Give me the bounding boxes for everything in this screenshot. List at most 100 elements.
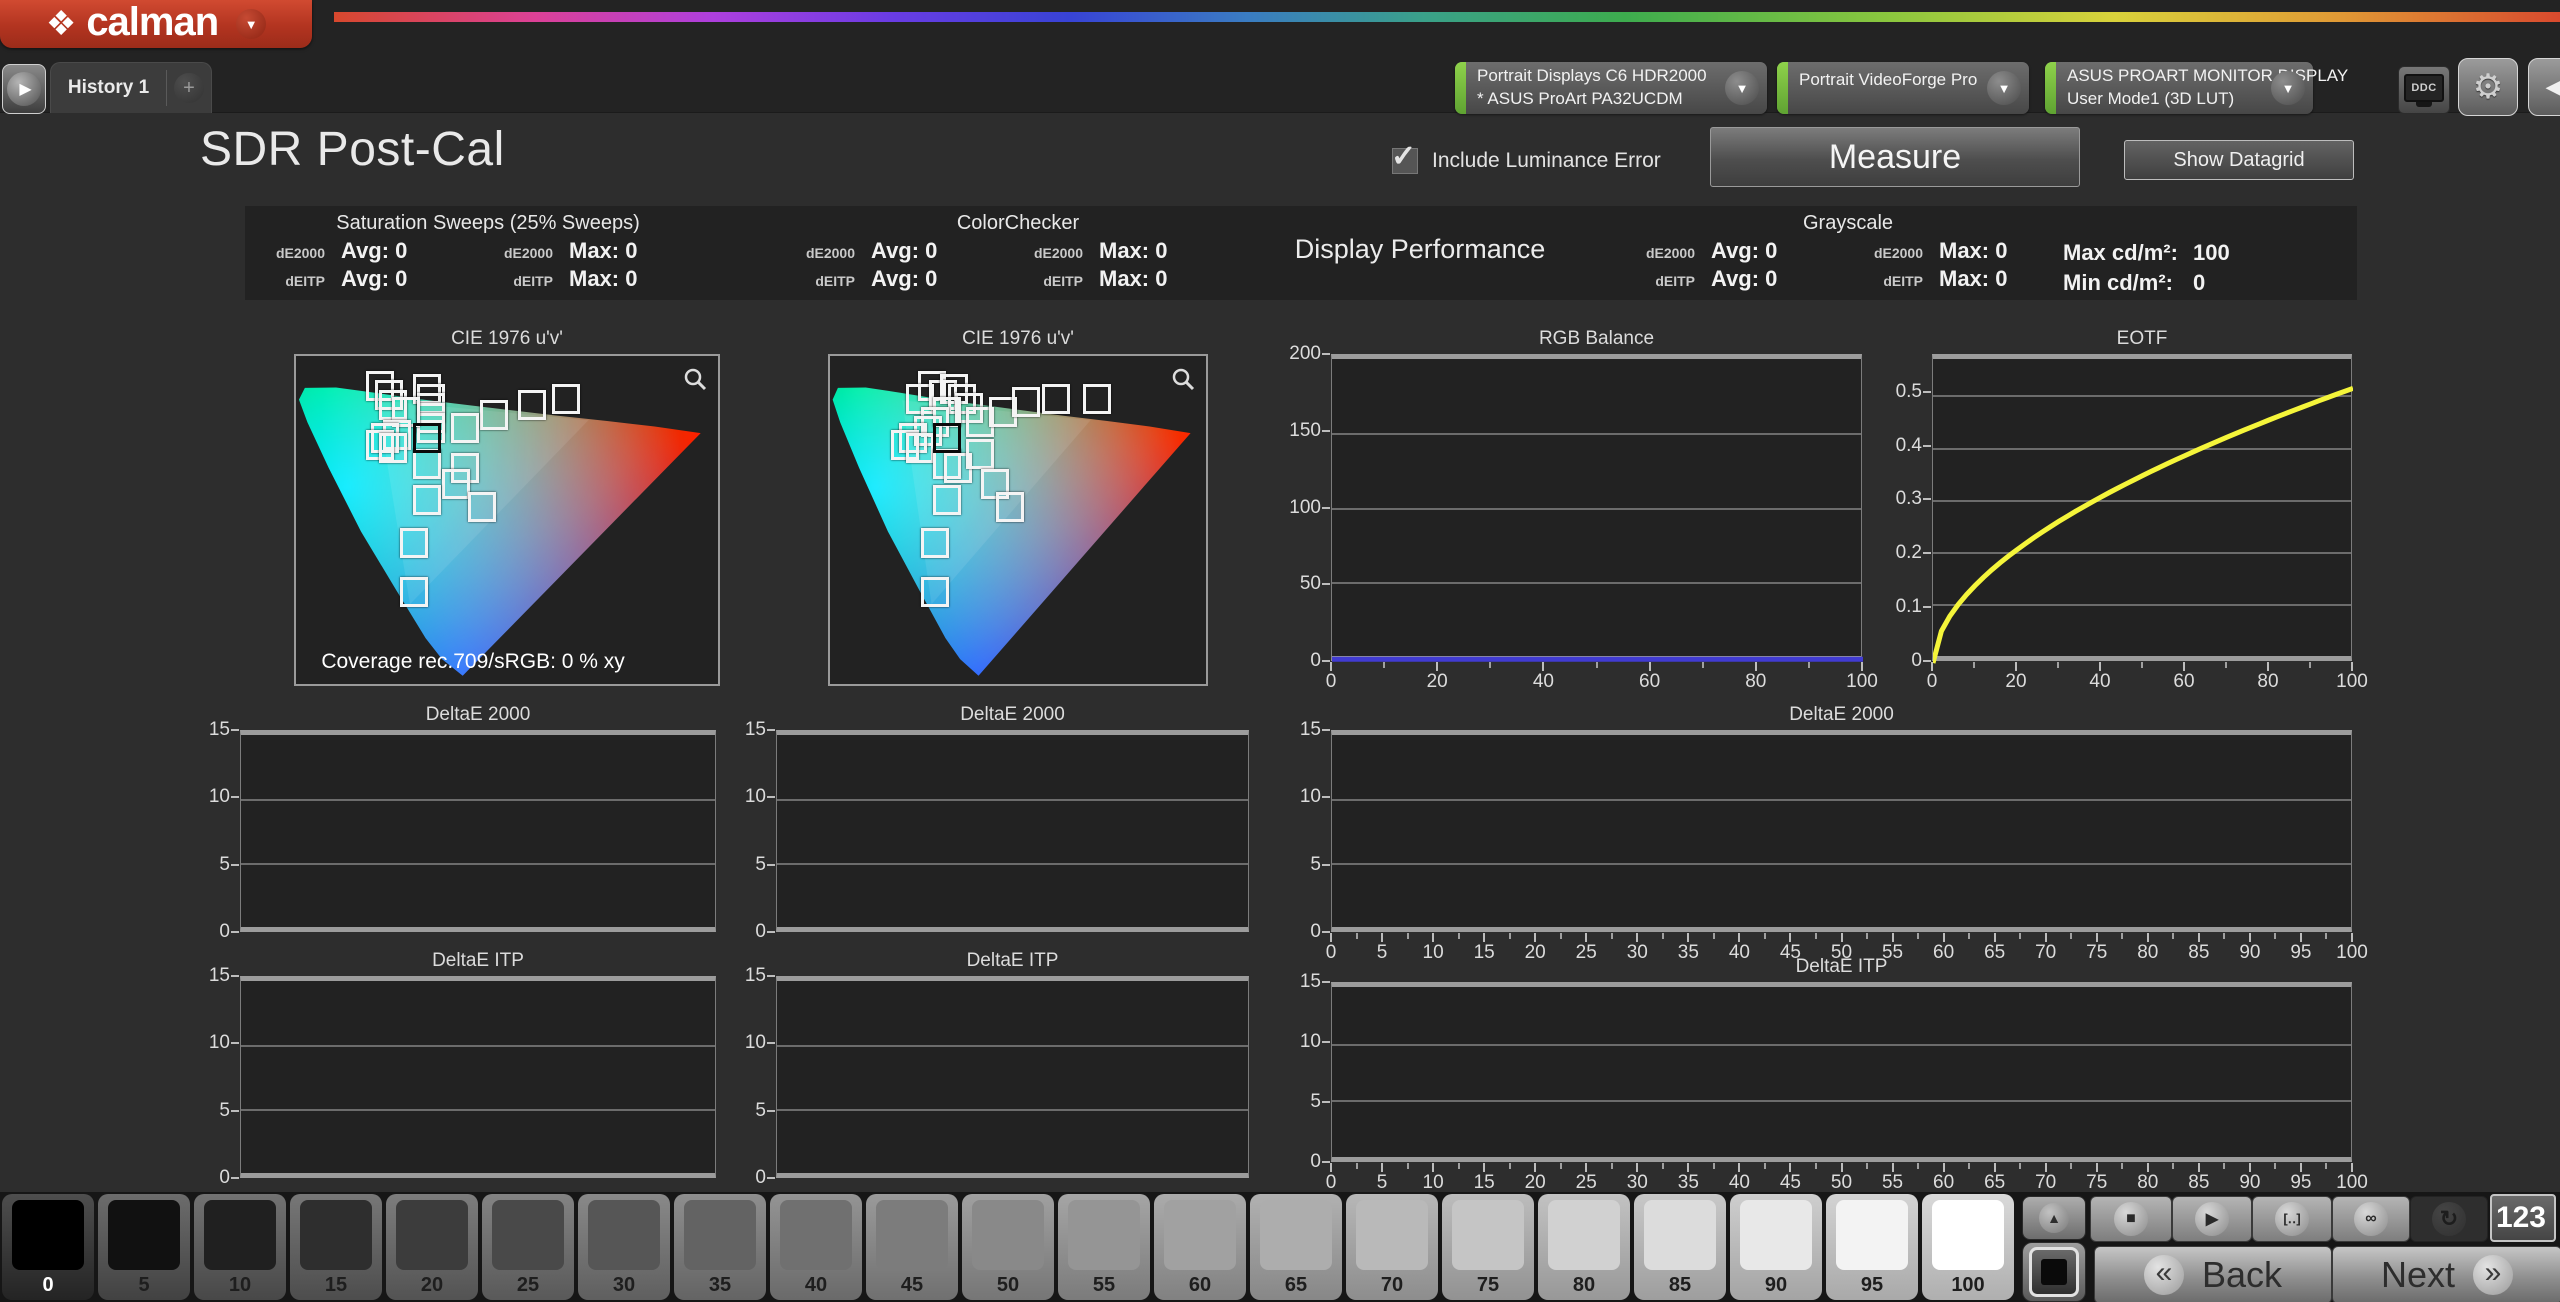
- meter-device-dropdown[interactable]: Portrait Displays C6 HDR2000 * ASUS ProA…: [1455, 62, 1767, 114]
- x-axis-tick: [1994, 1163, 1996, 1172]
- x-axis-minor-tick: [1458, 1163, 1460, 1169]
- play-button[interactable]: ▶: [2172, 1196, 2252, 1242]
- next-button[interactable]: Next »: [2332, 1246, 2560, 1302]
- pattern-window-button[interactable]: [2022, 1242, 2086, 1302]
- x-axis-minor-tick: [2225, 662, 2227, 668]
- top-bar: ❖ calman ▼ ▶ History 1 + Portrait Displa…: [0, 0, 2560, 113]
- collapse-panel-button[interactable]: ◀: [2528, 58, 2560, 116]
- cie-target-marker: [552, 384, 580, 414]
- patch-tile-50[interactable]: 50: [962, 1194, 1054, 1300]
- magnifier-icon[interactable]: [1170, 366, 1196, 397]
- y-axis-tick: [1322, 981, 1330, 983]
- section-title: Grayscale: [1633, 212, 2063, 235]
- cie-plot-area: [828, 354, 1208, 686]
- patch-tile-10[interactable]: 10: [194, 1194, 286, 1300]
- y-axis-tick: [1923, 660, 1931, 662]
- x-axis-tick: [1687, 933, 1689, 942]
- chart-title: CIE 1976 u'v': [828, 328, 1208, 350]
- metric-value: Avg: 0: [1703, 266, 1853, 292]
- x-axis-label: 30: [1627, 1172, 1648, 1194]
- x-axis-minor-tick: [1968, 1163, 1970, 1169]
- y-axis-tick: [231, 1177, 239, 1179]
- x-axis-tick: [1483, 933, 1485, 942]
- patch-tile-35[interactable]: 35: [674, 1194, 766, 1300]
- interval-measure-button[interactable]: [‥]: [2252, 1196, 2332, 1242]
- cie-target-marker: [468, 492, 496, 522]
- patch-label: 25: [517, 1274, 539, 1297]
- play-icon: ▶: [2195, 1202, 2229, 1236]
- x-axis-minor-tick: [2274, 933, 2276, 939]
- patch-tile-95[interactable]: 95: [1826, 1194, 1918, 1300]
- chevron-down-icon[interactable]: ▼: [1987, 71, 2021, 105]
- section-title: Saturation Sweeps (25% Sweeps): [263, 212, 713, 235]
- patch-tile-45[interactable]: 45: [866, 1194, 958, 1300]
- checkbox[interactable]: ✓: [1392, 148, 1418, 174]
- patch-tile-55[interactable]: 55: [1058, 1194, 1150, 1300]
- calman-diamond-icon: ❖: [46, 7, 76, 41]
- patch-tile-90[interactable]: 90: [1730, 1194, 1822, 1300]
- plot-area: [1331, 730, 2352, 932]
- x-axis-minor-tick: [1596, 662, 1598, 668]
- patch-tile-75[interactable]: 75: [1442, 1194, 1534, 1300]
- y-axis-label: 200: [1269, 343, 1321, 365]
- chevron-down-icon[interactable]: ▼: [2271, 71, 2305, 105]
- x-axis-tick: [1330, 1163, 1332, 1172]
- x-axis-minor-tick: [1764, 1163, 1766, 1169]
- y-axis-label: 0: [178, 1167, 230, 1189]
- patch-tile-40[interactable]: 40: [770, 1194, 862, 1300]
- gridline: [241, 799, 715, 801]
- magnifier-icon[interactable]: [682, 366, 708, 397]
- x-axis-tick: [1534, 1163, 1536, 1172]
- stop-button[interactable]: ■: [2090, 1196, 2172, 1242]
- metric-name: dE2000: [1633, 245, 1695, 261]
- stats-strip: Saturation Sweeps (25% Sweeps) dE2000 Avg…: [245, 206, 2357, 300]
- pattern-panel-expand-button[interactable]: ▲: [2022, 1196, 2086, 1240]
- patch-tile-60[interactable]: 60: [1154, 1194, 1246, 1300]
- add-tab-button[interactable]: +: [167, 73, 211, 103]
- include-luminance-checkbox[interactable]: ✓ Include Luminance Error: [1392, 148, 1661, 174]
- patch-tile-30[interactable]: 30: [578, 1194, 670, 1300]
- gray-patch: [300, 1200, 372, 1270]
- patch-tile-25[interactable]: 25: [482, 1194, 574, 1300]
- patch-tile-5[interactable]: 5: [98, 1194, 190, 1300]
- x-axis-tick: [2249, 1163, 2251, 1172]
- x-axis-minor-tick: [1611, 1163, 1613, 1169]
- gray-patch: [876, 1200, 948, 1270]
- source-device-dropdown[interactable]: Portrait VideoForge Pro ▼: [1777, 62, 2029, 114]
- patch-tile-15[interactable]: 15: [290, 1194, 382, 1300]
- patch-tile-85[interactable]: 85: [1634, 1194, 1726, 1300]
- x-axis-label: 60: [1639, 671, 1660, 693]
- back-button[interactable]: « Back: [2094, 1246, 2332, 1302]
- patch-tile-20[interactable]: 20: [386, 1194, 478, 1300]
- x-axis-tick: [1436, 662, 1438, 671]
- refresh-button[interactable]: ↻: [2410, 1196, 2488, 1242]
- patch-tile-0[interactable]: 0: [2, 1194, 94, 1300]
- ddc-control-button[interactable]: DDC: [2398, 66, 2450, 114]
- display-device-dropdown[interactable]: ASUS PROART MONITOR DISPLAY User Mode1 (…: [2045, 62, 2313, 114]
- patch-tile-70[interactable]: 70: [1346, 1194, 1438, 1300]
- patch-tile-80[interactable]: 80: [1538, 1194, 1630, 1300]
- continuous-loop-button[interactable]: ∞: [2332, 1196, 2410, 1242]
- x-axis-tick: [1738, 933, 1740, 942]
- x-axis-tick: [2147, 933, 2149, 942]
- x-axis-minor-tick: [2223, 1163, 2225, 1169]
- max-cd-label: Max cd/m²:: [2063, 240, 2193, 266]
- y-axis-label: 10: [1269, 786, 1321, 808]
- patch-tile-100[interactable]: 100: [1922, 1194, 2014, 1300]
- chevron-down-icon[interactable]: ▼: [1725, 71, 1759, 105]
- y-axis-tick: [1923, 391, 1931, 393]
- tab-history-1[interactable]: History 1: [51, 77, 166, 99]
- gray-patch: [1644, 1200, 1716, 1270]
- measure-button[interactable]: Measure: [1710, 127, 2080, 187]
- show-datagrid-button[interactable]: Show Datagrid: [2124, 140, 2354, 180]
- patch-tile-65[interactable]: 65: [1250, 1194, 1342, 1300]
- x-axis-tick: [1636, 1163, 1638, 1172]
- x-axis-label: 25: [1576, 1172, 1597, 1194]
- settings-button[interactable]: ⚙: [2458, 58, 2518, 116]
- calman-logo-menu[interactable]: ❖ calman ▼: [0, 0, 312, 48]
- gridline: [241, 1109, 715, 1111]
- ddc-monitor-icon: DDC: [2404, 74, 2444, 102]
- logo-menu-arrow-icon[interactable]: ▼: [236, 9, 266, 39]
- patch-label: 90: [1765, 1274, 1787, 1297]
- history-scroll-button[interactable]: ▶: [2, 64, 46, 114]
